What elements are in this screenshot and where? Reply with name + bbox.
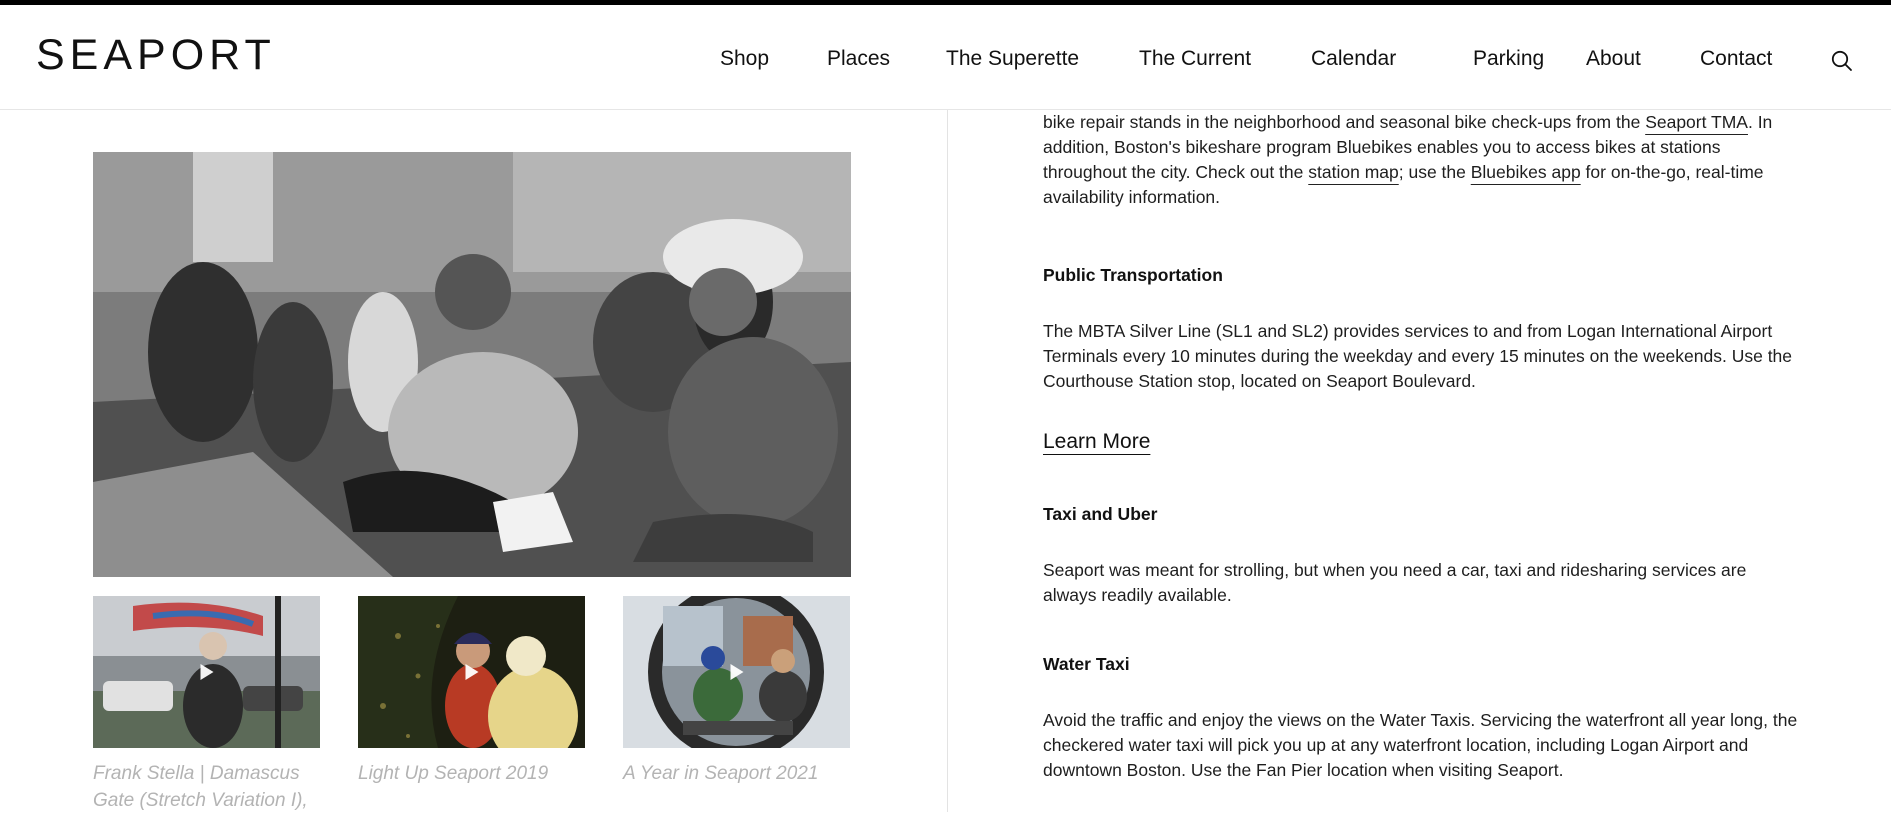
- link-bluebikes-app[interactable]: Bluebikes app: [1471, 162, 1581, 182]
- nav-the-superette[interactable]: The Superette: [946, 47, 1079, 71]
- search-icon[interactable]: [1830, 49, 1854, 73]
- nav-places[interactable]: Places: [827, 47, 890, 71]
- main-nav: Shop Places The Superette The Current Ca…: [0, 5, 1891, 109]
- nav-calendar[interactable]: Calendar: [1311, 47, 1396, 71]
- heading-public-transportation: Public Transportation: [1043, 265, 1223, 285]
- bike-text-1: bike repair stands in the neighborhood a…: [1043, 112, 1646, 132]
- play-icon: [730, 664, 743, 680]
- taxi-paragraph: Seaport was meant for strolling, but whe…: [1043, 560, 1747, 605]
- hero-photo: [93, 152, 851, 577]
- water-taxi-paragraph: Avoid the traffic and enjoy the views on…: [1043, 710, 1798, 780]
- bike-text-3: ; use the: [1398, 162, 1471, 182]
- public-transportation-paragraph: The MBTA Silver Line (SL1 and SL2) provi…: [1043, 321, 1793, 391]
- video-thumb-light-up-seaport[interactable]: [358, 596, 585, 748]
- site-header: SEAPORT Shop Places The Superette The Cu…: [0, 5, 1891, 110]
- learn-more-link[interactable]: Learn More: [1043, 430, 1150, 454]
- caption-light-up-seaport[interactable]: Light Up Seaport 2019: [358, 760, 588, 787]
- heading-water-taxi: Water Taxi: [1043, 654, 1130, 674]
- nav-shop[interactable]: Shop: [720, 47, 769, 71]
- caption-year-in-seaport[interactable]: A Year in Seaport 2021: [623, 760, 853, 787]
- column-divider: [947, 110, 948, 812]
- caption-frank-stella[interactable]: Frank Stella | Damascus Gate (Stretch Va…: [93, 760, 323, 814]
- nav-about[interactable]: About: [1586, 47, 1641, 71]
- video-thumb-frank-stella[interactable]: [93, 596, 320, 748]
- heading-taxi-and-uber: Taxi and Uber: [1043, 504, 1158, 524]
- play-icon: [200, 664, 213, 680]
- nav-the-current[interactable]: The Current: [1139, 47, 1251, 71]
- bike-paragraph: bike repair stands in the neighborhood a…: [1043, 110, 1803, 210]
- link-station-map[interactable]: station map: [1308, 162, 1398, 182]
- link-seaport-tma[interactable]: Seaport TMA: [1645, 112, 1748, 132]
- video-thumb-year-in-seaport[interactable]: [623, 596, 850, 748]
- play-icon: [465, 664, 478, 680]
- nav-parking[interactable]: Parking: [1473, 47, 1544, 71]
- nav-contact[interactable]: Contact: [1700, 47, 1772, 71]
